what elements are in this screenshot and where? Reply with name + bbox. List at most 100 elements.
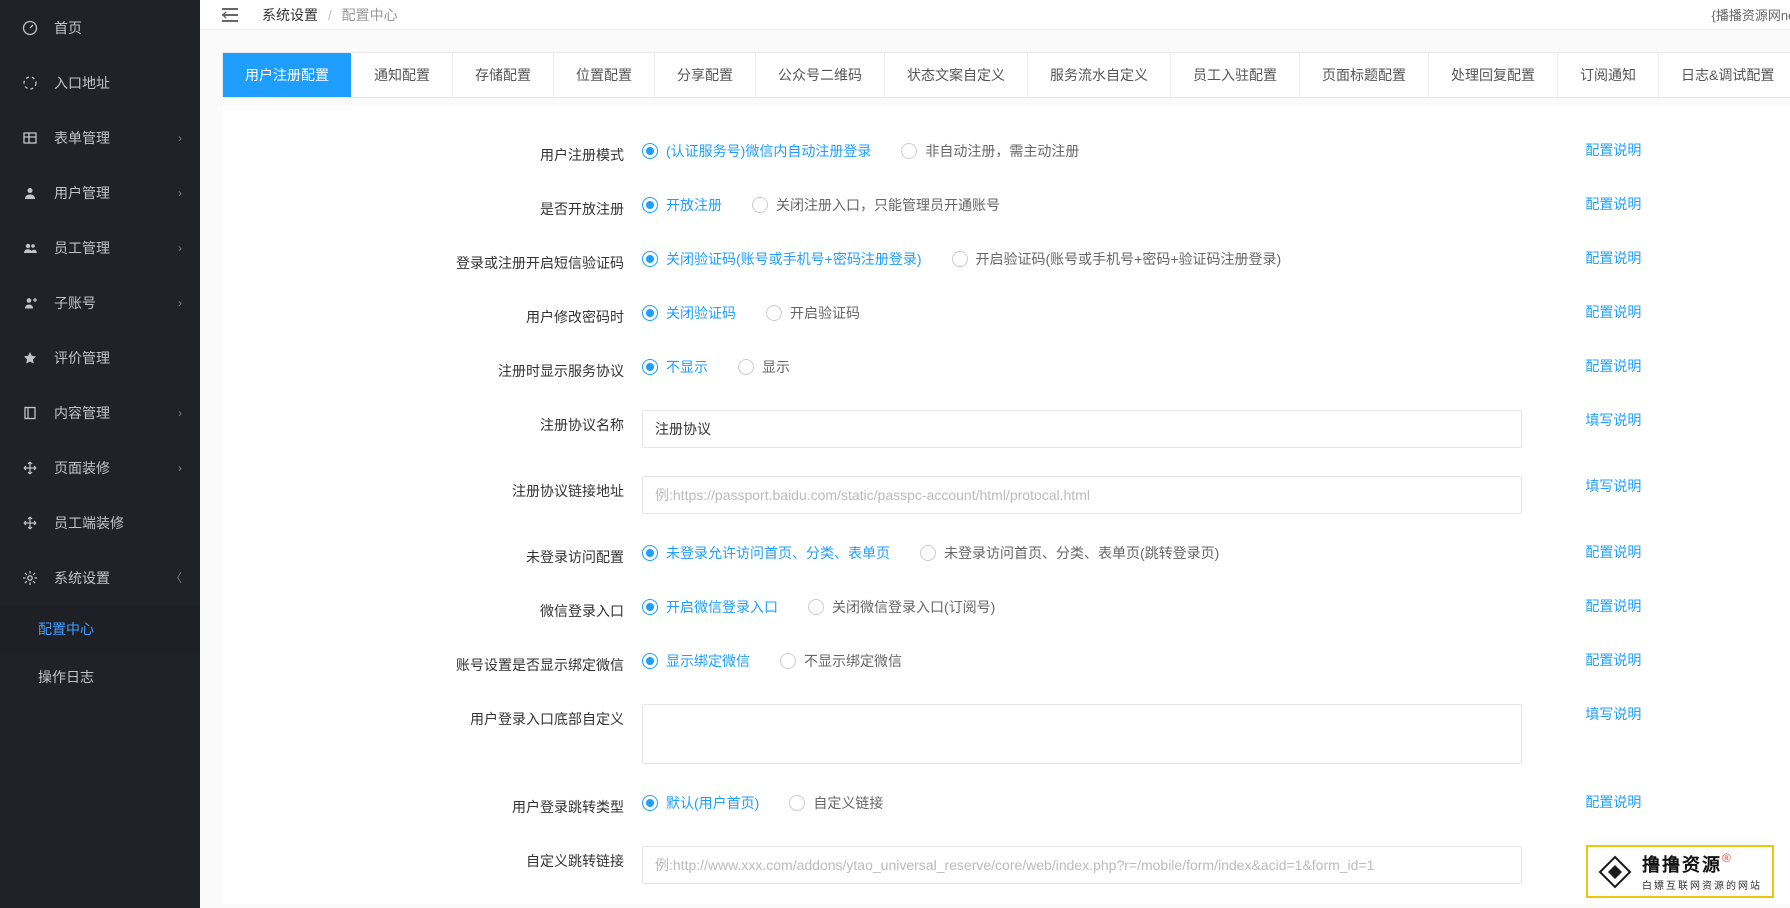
- radio-option-2-0[interactable]: 关闭验证码(账号或手机号+密码注册登录): [642, 248, 922, 270]
- sidebar-item-2[interactable]: 表单管理›: [0, 110, 200, 165]
- field-control: [642, 410, 1567, 448]
- sidebar-item-label: 入口地址: [54, 73, 110, 93]
- hint-link[interactable]: 配置说明: [1585, 794, 1641, 810]
- hint-link[interactable]: 配置说明: [1585, 142, 1641, 158]
- hint-link[interactable]: 填写说明: [1585, 706, 1641, 722]
- tab-12[interactable]: 日志&调试配置: [1659, 53, 1790, 97]
- radio-option-8-0[interactable]: 开启微信登录入口: [642, 596, 778, 618]
- content: 用户注册配置通知配置存储配置位置配置分享配置公众号二维码状态文案自定义服务流水自…: [200, 30, 1790, 908]
- radio-option-7-0[interactable]: 未登录允许访问首页、分类、表单页: [642, 542, 890, 564]
- form-row-2: 登录或注册开启短信验证码 关闭验证码(账号或手机号+密码注册登录) 开启验证码(账号…: [222, 234, 1790, 288]
- field-label: 是否开放注册: [222, 194, 642, 220]
- hint-link[interactable]: 填写说明: [1585, 412, 1641, 428]
- tab-10[interactable]: 处理回复配置: [1429, 53, 1558, 97]
- radio-option-2-1[interactable]: 开启验证码(账号或手机号+密码+验证码注册登录): [952, 248, 1282, 270]
- chevron-right-icon: ›: [178, 241, 182, 255]
- tab-2[interactable]: 存储配置: [453, 53, 554, 97]
- radio-dot-icon: [808, 599, 824, 615]
- sidebar-item-0[interactable]: 首页: [0, 0, 200, 55]
- radio-option-11-1[interactable]: 自定义链接: [789, 792, 883, 814]
- radio-option-3-0[interactable]: 关闭验证码: [642, 302, 736, 324]
- radio-dot-icon: [901, 143, 917, 159]
- radio-option-4-1[interactable]: 显示: [738, 356, 790, 378]
- sidebar-item-5[interactable]: 子账号 ›: [0, 275, 200, 330]
- hint-link[interactable]: 填写说明: [1585, 478, 1641, 494]
- radio-option-8-1[interactable]: 关闭微信登录入口(订阅号): [808, 596, 995, 618]
- text-input-12[interactable]: [642, 846, 1522, 884]
- sidebar-item-1[interactable]: 入口地址: [0, 55, 200, 110]
- dashboard-icon: [20, 20, 40, 36]
- textarea-10[interactable]: [642, 704, 1522, 764]
- hint-link[interactable]: 配置说明: [1585, 544, 1641, 560]
- radio-option-1-1[interactable]: 关闭注册入口，只能管理员开通账号: [752, 194, 1000, 216]
- breadcrumb-current: 配置中心: [342, 7, 398, 23]
- form: 用户注册模式(认证服务号)微信内自动注册登录非自动注册，需主动注册配置说明是否开…: [222, 106, 1790, 904]
- radio-label: 显示: [762, 356, 790, 378]
- watermark: 撸撸资源® 白嫖互联网资源的网站: [1586, 845, 1774, 898]
- hint: 配置说明: [1567, 140, 1790, 160]
- sidebar-item-9[interactable]: 员工端装修: [0, 495, 200, 550]
- sidebar-subitem-1[interactable]: 操作日志: [0, 653, 200, 701]
- radio-option-4-0[interactable]: 不显示: [642, 356, 708, 378]
- tab-11[interactable]: 订阅通知: [1558, 53, 1659, 97]
- chevron-right-icon: ›: [178, 296, 182, 310]
- sidebar-item-label: 内容管理: [54, 403, 110, 423]
- sidebar-item-4[interactable]: 员工管理 ›: [0, 220, 200, 275]
- sidebar-item-7[interactable]: 内容管理 ›: [0, 385, 200, 440]
- hint-link[interactable]: 配置说明: [1585, 196, 1641, 212]
- field-label: 登录或注册开启短信验证码: [222, 248, 642, 274]
- form-row-12: 自定义跳转链接填写说明: [222, 832, 1790, 898]
- user-icon: [20, 185, 40, 201]
- radio-option-9-0[interactable]: 显示绑定微信: [642, 650, 750, 672]
- text-input-6[interactable]: [642, 476, 1522, 514]
- hint-link[interactable]: 配置说明: [1585, 250, 1641, 266]
- radio-option-0-0[interactable]: (认证服务号)微信内自动注册登录: [642, 140, 871, 162]
- field-label: 用户修改密码时: [222, 302, 642, 328]
- hint-link[interactable]: 配置说明: [1585, 358, 1641, 374]
- tab-5[interactable]: 公众号二维码: [756, 53, 885, 97]
- sidebar-item-3[interactable]: 用户管理›: [0, 165, 200, 220]
- radio-dot-icon: [752, 197, 768, 213]
- field-control: [642, 476, 1567, 514]
- breadcrumb-parent[interactable]: 系统设置: [262, 7, 318, 23]
- radio-option-0-1[interactable]: 非自动注册，需主动注册: [901, 140, 1079, 162]
- sidebar-item-8[interactable]: 页面装修›: [0, 440, 200, 495]
- radio-option-9-1[interactable]: 不显示绑定微信: [780, 650, 902, 672]
- radio-dot-icon: [789, 795, 805, 811]
- tab-6[interactable]: 状态文案自定义: [885, 53, 1028, 97]
- hint: 配置说明: [1567, 248, 1790, 268]
- tab-7[interactable]: 服务流水自定义: [1028, 53, 1171, 97]
- tab-9[interactable]: 页面标题配置: [1300, 53, 1429, 97]
- form-row-1: 是否开放注册开放注册 关闭注册入口，只能管理员开通账号 配置说明: [222, 180, 1790, 234]
- menu-toggle-icon[interactable]: [222, 8, 238, 22]
- tabs: 用户注册配置通知配置存储配置位置配置分享配置公众号二维码状态文案自定义服务流水自…: [222, 52, 1790, 98]
- radio-label: 关闭验证码(账号或手机号+密码注册登录): [666, 248, 922, 270]
- tab-8[interactable]: 员工入驻配置: [1171, 53, 1300, 97]
- hint: 配置说明: [1567, 792, 1790, 812]
- tab-4[interactable]: 分享配置: [655, 53, 756, 97]
- radio-option-3-1[interactable]: 开启验证码: [766, 302, 860, 324]
- text-input-5[interactable]: [642, 410, 1522, 448]
- book-icon: [20, 405, 40, 421]
- tab-1[interactable]: 通知配置: [352, 53, 453, 97]
- tab-0[interactable]: 用户注册配置: [223, 53, 352, 97]
- hint-link[interactable]: 配置说明: [1585, 652, 1641, 668]
- radio-dot-icon: [642, 197, 658, 213]
- field-label: 未登录访问配置: [222, 542, 642, 568]
- radio-label: 开启验证码(账号或手机号+密码+验证码注册登录): [976, 248, 1282, 270]
- radio-option-1-0[interactable]: 开放注册: [642, 194, 722, 216]
- radio-option-7-1[interactable]: 未登录访问首页、分类、表单页(跳转登录页): [920, 542, 1219, 564]
- radio-dot-icon: [642, 653, 658, 669]
- sidebar-item-6[interactable]: 评价管理: [0, 330, 200, 385]
- sidebar-item-label: 员工管理: [54, 238, 110, 258]
- hint-link[interactable]: 配置说明: [1585, 304, 1641, 320]
- sidebar-item-label: 子账号: [54, 293, 96, 313]
- field-control: 开启微信登录入口 关闭微信登录入口(订阅号): [642, 596, 1567, 618]
- sidebar-item-10[interactable]: 系统设置﹀: [0, 550, 200, 605]
- radio-option-11-0[interactable]: 默认(用户首页): [642, 792, 759, 814]
- hint-link[interactable]: 配置说明: [1585, 598, 1641, 614]
- sidebar-subitem-0[interactable]: 配置中心: [0, 605, 200, 653]
- tab-3[interactable]: 位置配置: [554, 53, 655, 97]
- topbar: 系统设置 / 配置中心 {播播资源网ne: [200, 0, 1790, 30]
- chevron-right-icon: ›: [178, 406, 182, 420]
